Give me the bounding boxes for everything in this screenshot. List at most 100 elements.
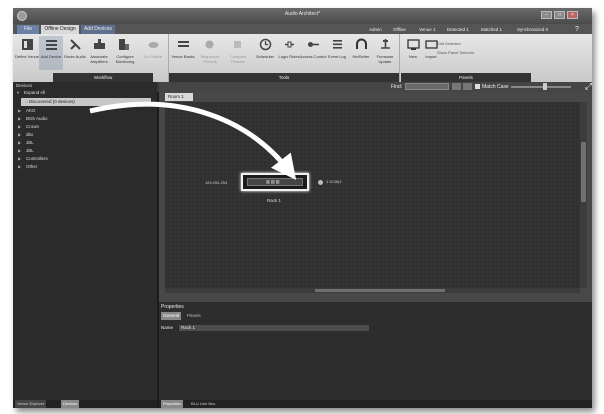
device-display-icon: ▥ ▥ ▥ (266, 179, 280, 184)
port-connector-icon[interactable] (318, 180, 323, 185)
properties-header: Properties (161, 304, 184, 310)
route-icon (70, 39, 81, 50)
expand-arrow-icon: ▶ (18, 108, 22, 113)
ribbon-toolbar: Define Venue Add Device Route Audio Asso… (13, 34, 592, 82)
firmware-update-button[interactable]: Firmware Update (373, 36, 397, 70)
route-audio-button[interactable]: Route Audio (63, 36, 87, 70)
canvas-vertical-scrollbar[interactable] (580, 102, 587, 288)
window-title: Audio Architect* (284, 11, 321, 17)
status-offline: Offline (393, 27, 406, 32)
sequencer-icon (205, 40, 214, 49)
logic-rules-button[interactable]: Logic Rules (277, 36, 301, 70)
expand-arrow-icon: ▶ (18, 164, 22, 169)
define-venue-button[interactable]: Define Venue (15, 36, 39, 70)
status-admin: Admin (369, 27, 382, 32)
monitoring-icon (119, 39, 129, 50)
canvas-horizontal-scrollbar[interactable] (165, 288, 580, 293)
scrollbar-thumb[interactable] (581, 142, 586, 202)
expand-arrow-icon: ▶ (18, 140, 22, 145)
group-tools: Tools (169, 73, 399, 82)
device-ip-label: 169.254.254 (205, 180, 228, 185)
amplifier-icon (94, 39, 105, 49)
device-faceplate: ▥ ▥ ▥ (247, 178, 303, 186)
tree-item-crown[interactable]: ▶ Crown (13, 123, 39, 131)
show-panel-selector-button[interactable]: Show Panel Selector (437, 49, 493, 57)
help-icon[interactable]: ? (575, 25, 579, 34)
configure-monitoring-button[interactable]: Configure Monitoring (111, 36, 139, 70)
clock-icon (259, 38, 272, 51)
tab-devices[interactable]: Devices (61, 400, 80, 408)
tree-item-dbx[interactable]: ▶ dbx (13, 131, 33, 139)
tab-properties[interactable]: Properties (161, 400, 184, 408)
edit-selected-button[interactable]: Edit Selected (437, 40, 493, 48)
design-canvas[interactable]: 169.254.254 ▥ ▥ ▥ Rack 1 1 DCi8|4 (165, 102, 580, 288)
tree-item-discovered[interactable]: ◌ Discovered (0 devices) (21, 98, 151, 106)
name-field[interactable]: Rack 1 (179, 325, 369, 331)
event-log-button[interactable]: Event Log (325, 36, 349, 70)
tree-item-jbl-2[interactable]: ▶ JBL (13, 147, 34, 155)
netsetter-icon (356, 38, 367, 49)
minimize-button[interactable]: – (541, 11, 552, 19)
bottom-tabs: Properties BLU Link Bus (159, 400, 592, 408)
expand-arrow-icon: ▶ (18, 124, 22, 129)
tree-item-akg[interactable]: ▶ AKG (13, 107, 36, 115)
associate-amplifiers-button[interactable]: Associate Amplifiers (87, 36, 111, 70)
collapse-arrow-icon: ▼ (16, 90, 20, 95)
name-label: Name (161, 325, 174, 330)
online-icon (148, 42, 159, 48)
left-panel-tabs: Venue Explorer Devices (13, 400, 157, 408)
firmware-icon (381, 39, 390, 49)
tree-item-jbl[interactable]: ▶ JBL (13, 139, 34, 147)
venue-backs-icon (178, 41, 189, 47)
status-detected: Detected 1 (447, 27, 469, 32)
tree-item-controllers[interactable]: ▶ Controllers (13, 155, 48, 163)
scheduler-button[interactable]: Scheduler (253, 36, 277, 70)
presets-icon (234, 41, 241, 48)
logic-icon (285, 41, 294, 48)
find-label: Find: (391, 84, 403, 90)
tab-venue-explorer[interactable]: Venue Explorer (15, 400, 47, 408)
netsetter-button[interactable]: NetSetter (349, 36, 373, 70)
app-window: Audio Architect* – □ × File Offline Desi… (13, 8, 592, 408)
devices-panel: Devices ▼ Expand All ◌ Discovered (0 devi… (13, 82, 157, 408)
sequencer-presets-button[interactable]: Sequencer Presets (197, 36, 223, 70)
zoom-slider-thumb[interactable] (543, 83, 547, 90)
tab-offline-design[interactable]: Offline Design (41, 25, 79, 34)
compact-presets-button[interactable]: Compact Presets (225, 36, 251, 70)
tab-panels[interactable]: Panels (185, 312, 203, 320)
tab-room-1[interactable]: Room 1 (165, 93, 193, 101)
status-matched: Matched 1 (481, 27, 503, 32)
device-name-label: Rack 1 (267, 198, 282, 203)
find-next-button[interactable] (463, 83, 472, 90)
expand-all-toggle[interactable]: ▼ Expand All (13, 89, 45, 97)
tree-item-other[interactable]: ▶ Other (13, 163, 37, 171)
find-previous-button[interactable] (452, 83, 461, 90)
status-venue: Venue 1 (419, 27, 436, 32)
rack-device[interactable]: ▥ ▥ ▥ (241, 173, 309, 191)
fullscreen-expand-icon[interactable]: ⤢ (585, 82, 592, 91)
key-icon (308, 42, 319, 47)
group-workflow: Workflow (53, 73, 153, 82)
tab-file[interactable]: File (17, 25, 39, 34)
match-case-checkbox[interactable] (475, 84, 480, 89)
port-label: 1 DCi8|4 (326, 179, 342, 184)
tab-blu-link-bus[interactable]: BLU Link Bus (189, 400, 217, 408)
tab-add-devices[interactable]: Add Devices (81, 25, 115, 34)
add-device-button[interactable]: Add Device (39, 36, 63, 70)
go-online-button[interactable]: Go Online (141, 36, 165, 70)
tab-general[interactable]: General (161, 312, 182, 320)
scrollbar-thumb[interactable] (315, 289, 445, 292)
group-panels: Panels (401, 73, 531, 82)
access-control-button[interactable]: Access Control (300, 36, 326, 70)
match-case-label: Match Case (482, 84, 509, 90)
find-bar: Find: Match Case ⤢ (159, 82, 592, 92)
find-input[interactable] (405, 83, 449, 90)
design-pane: Room 1 169.254.254 ▥ ▥ ▥ Rack 1 1 DCi8|4 (159, 92, 592, 302)
close-button[interactable]: × (567, 11, 578, 19)
venue-backs-button[interactable]: Venue Backs (171, 36, 195, 70)
devices-header: Devices (16, 83, 33, 88)
tree-item-bss-audio[interactable]: ▶ BSS Audio (13, 115, 48, 123)
zoom-slider[interactable] (511, 86, 571, 88)
status-synchronized: Synchronized 0 (517, 27, 549, 32)
maximize-button[interactable]: □ (554, 11, 565, 19)
